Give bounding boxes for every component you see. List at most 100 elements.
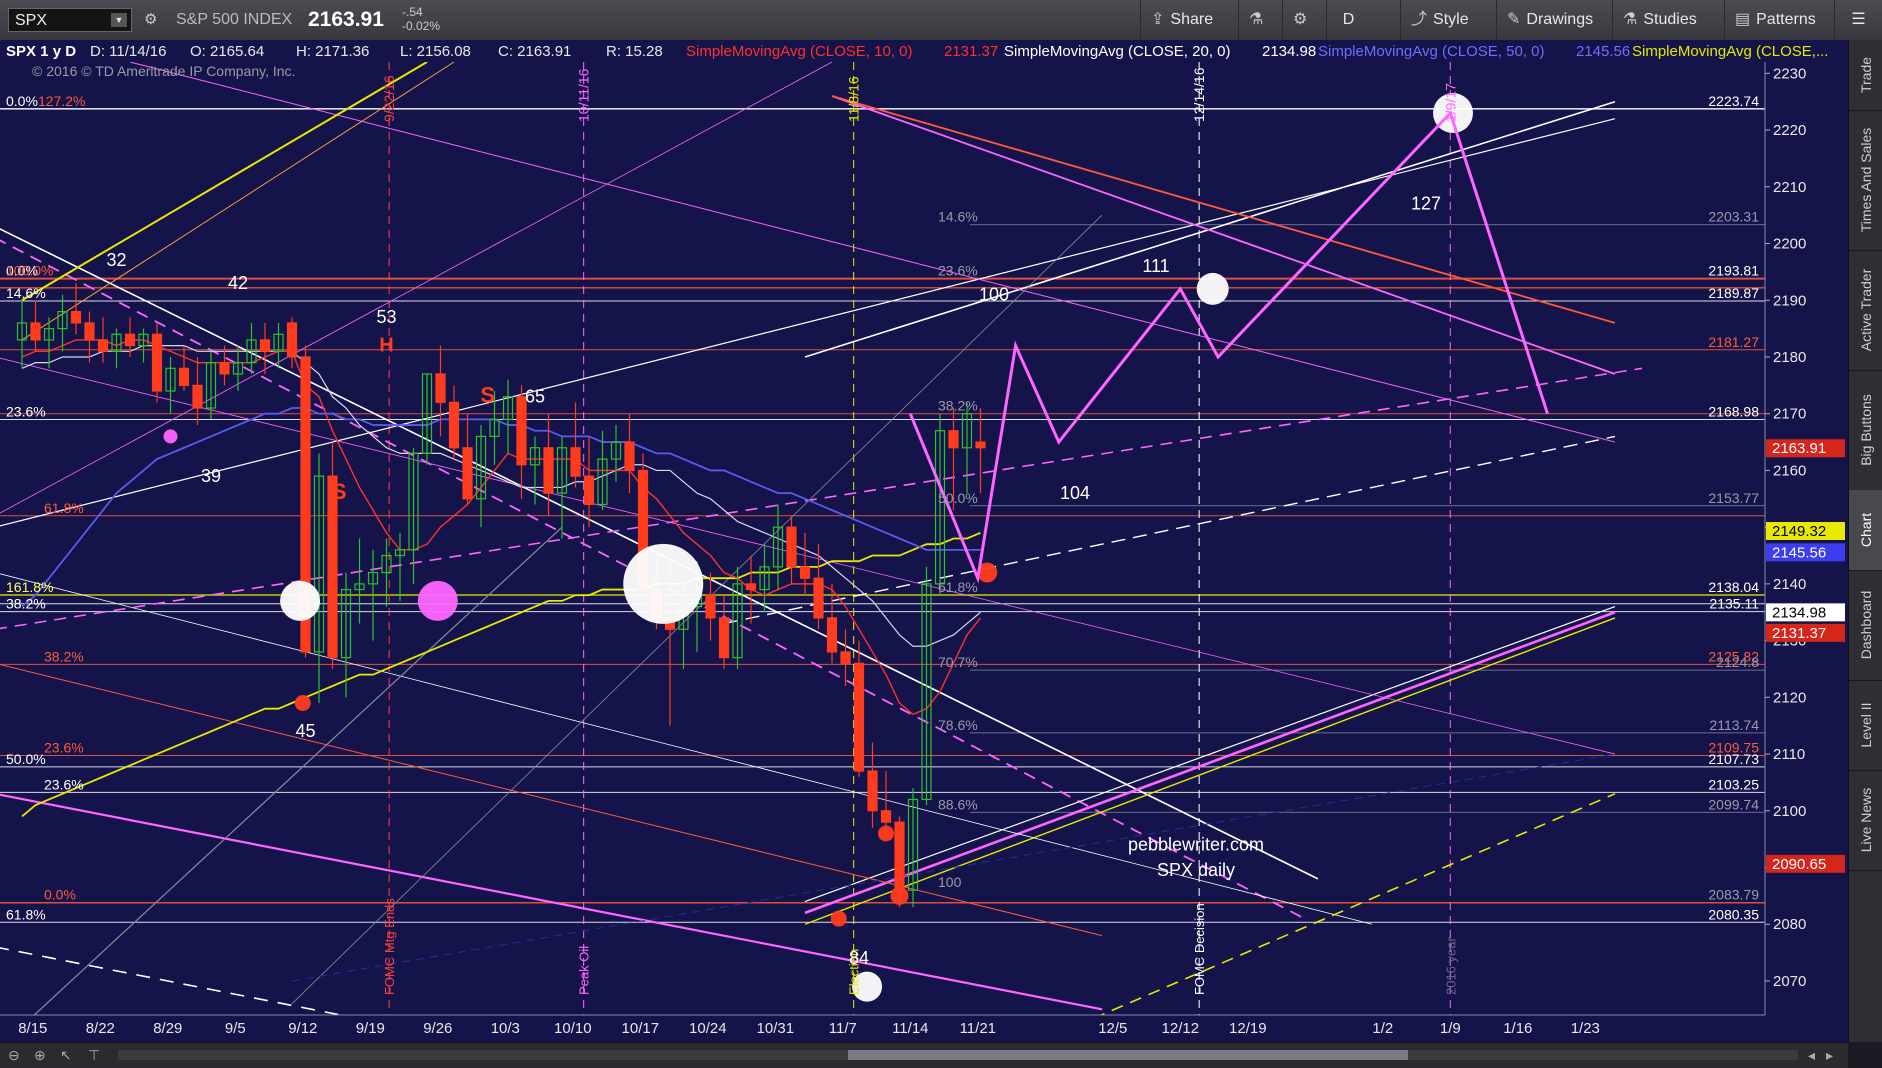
- study-title: SPX 1 y D: [6, 43, 76, 60]
- zoom-out-icon[interactable]: ⊖: [8, 1047, 20, 1064]
- trendline: [0, 357, 1616, 755]
- candle-body: [745, 583, 757, 591]
- fit-icon[interactable]: ⊤: [88, 1047, 100, 1064]
- x-tick-label: 10/31: [757, 1020, 795, 1037]
- price-tag-label: 2163.91: [1772, 440, 1826, 457]
- menu-button[interactable]: ☰: [1834, 0, 1882, 40]
- chart-scrollbar[interactable]: ⊖ ⊕ ↖ ⊤ ◂ ▸: [0, 1042, 1848, 1068]
- x-tick-label: 1/9: [1440, 1020, 1461, 1037]
- sma20-label: SimpleMovingAvg (CLOSE, 20, 0): [1004, 43, 1231, 60]
- sidebar-tab-times-and-sales[interactable]: Times And Sales: [1849, 110, 1882, 251]
- pattern-label: S: [332, 479, 347, 504]
- header-bg: [0, 40, 1848, 62]
- studies-button[interactable]: ⚗ Studies: [1612, 0, 1724, 40]
- drawings-button[interactable]: ✎ Drawings: [1496, 0, 1612, 40]
- sidebar-tab-level-ii[interactable]: Level II: [1849, 680, 1882, 771]
- level-value-label: 2181.27: [1708, 334, 1759, 350]
- price-change: -.54 -0.02%: [402, 5, 440, 33]
- symbol-dropdown-icon[interactable]: ▼: [111, 13, 127, 27]
- level-value-label: 2193.81: [1708, 263, 1759, 279]
- marker-dot: [294, 695, 311, 712]
- level-value-label: 2223.74: [1708, 93, 1759, 109]
- zoom-in-icon[interactable]: ⊕: [34, 1047, 46, 1064]
- level-value-label: 2168.98: [1708, 403, 1759, 419]
- sidebar-tab-big-buttons[interactable]: Big Buttons: [1849, 370, 1882, 491]
- sidebar-tab-chart[interactable]: Chart: [1849, 490, 1882, 571]
- sidebar-label: Dashboard: [1858, 590, 1874, 660]
- grid-layer: [0, 62, 1765, 1015]
- symbol-input[interactable]: SPX ▼: [8, 8, 132, 32]
- scroll-thumb[interactable]: [848, 1050, 1408, 1060]
- cursor-icon[interactable]: ↖: [60, 1047, 72, 1064]
- sidebar-label: Times And Sales: [1858, 127, 1874, 233]
- sidebar-tab-active-trader[interactable]: Active Trader: [1849, 250, 1882, 371]
- candle-body: [583, 475, 595, 506]
- level-value-label: 2153.77: [1708, 490, 1759, 506]
- x-tick-label: 1/23: [1571, 1020, 1600, 1037]
- gear-button[interactable]: ⚙: [1282, 0, 1326, 40]
- fib-label: 38.2%: [44, 648, 84, 664]
- sma50-value: 2145.56: [1576, 43, 1630, 60]
- x-tick-label: 1/16: [1503, 1020, 1532, 1037]
- y-tick-label: 2140: [1773, 576, 1806, 593]
- candle-body: [948, 430, 959, 449]
- x-tick-label: 8/22: [86, 1020, 115, 1037]
- settings-gear-icon[interactable]: ⚙: [144, 10, 157, 28]
- y-tick-label: 2120: [1773, 689, 1806, 706]
- fib-label: 0.0%: [44, 887, 76, 903]
- marker-dot: [878, 825, 894, 842]
- marker-dot: [623, 543, 704, 624]
- candle-body: [624, 441, 635, 472]
- sma10-value: 2131.37: [944, 43, 998, 60]
- price-tag-label: 2145.56: [1772, 544, 1826, 561]
- x-tick-label: 9/5: [225, 1020, 246, 1037]
- trendline: [1074, 793, 1616, 1028]
- level-value-label: 2189.87: [1708, 285, 1759, 301]
- x-tick-label: 9/26: [423, 1020, 452, 1037]
- candle-body: [286, 322, 298, 358]
- x-tick-label: 10/17: [622, 1020, 660, 1037]
- timeframe-button[interactable]: D: [1326, 0, 1370, 40]
- x-tick-label: 10/3: [491, 1020, 520, 1037]
- level-value-label: 2135.11: [1709, 596, 1759, 612]
- y-tick-label: 2230: [1773, 65, 1806, 82]
- price-chart[interactable]: 9/22/16 FOMC Mtg Ends 10/11/16 Peak Oil 11/8…: [0, 40, 1848, 1042]
- style-label: Style: [1433, 11, 1469, 28]
- scroll-track[interactable]: [118, 1050, 1798, 1060]
- flask-button[interactable]: ⚗: [1238, 0, 1282, 40]
- sidebar-tab-dashboard[interactable]: Dashboard: [1849, 570, 1882, 681]
- candle-body: [84, 322, 95, 341]
- candle-body: [853, 662, 865, 772]
- fib-label: 23.6%: [44, 776, 84, 792]
- sma10-line: [21, 339, 982, 716]
- trendline: [0, 664, 1103, 937]
- candle-body: [178, 367, 190, 386]
- candle-body: [786, 526, 797, 568]
- y-tick-label: 2210: [1773, 179, 1806, 196]
- patterns-button[interactable]: ▤ Patterns: [1724, 0, 1834, 40]
- marker-dot: [1196, 272, 1229, 305]
- header-layer: SPX 1 y D D: 11/14/16 O: 2165.64 H: 2171…: [0, 40, 1848, 79]
- gear-icon: ⚙: [1293, 11, 1308, 28]
- candle-body: [259, 339, 271, 352]
- symbol-text: SPX: [15, 12, 48, 29]
- level-value-label: 2103.25: [1708, 776, 1759, 792]
- y-tick-label: 2180: [1773, 349, 1806, 366]
- style-button[interactable]: ⤴ Style: [1400, 0, 1496, 40]
- sidebar-tab-live-news[interactable]: Live News: [1849, 770, 1882, 871]
- x-axis-layer: 8/15 8/22 8/29 9/5 9/12 9/19 9/26 10/3 10/10 10/1…: [0, 1014, 1848, 1042]
- level-value-label: 2124.8: [1716, 654, 1759, 670]
- scroll-right-icon[interactable]: ▸: [1826, 1047, 1833, 1064]
- chart-area[interactable]: 9/22/16 FOMC Mtg Ends 10/11/16 Peak Oil 11/8…: [0, 40, 1848, 1042]
- scroll-left-icon[interactable]: ◂: [1808, 1047, 1815, 1064]
- level-value-label: 2083.79: [1708, 887, 1759, 903]
- sidebar-tab-trade[interactable]: Trade: [1849, 40, 1882, 111]
- sma20-value: 2134.98: [1262, 43, 1316, 60]
- pct-change: -0.02%: [402, 19, 441, 33]
- x-tick-label: 12/12: [1162, 1020, 1200, 1037]
- trendline: [129, 61, 1616, 443]
- share-button[interactable]: ⇪ Share: [1140, 0, 1238, 40]
- fib-label: 61.8%: [6, 906, 46, 922]
- candle-body: [880, 810, 892, 823]
- annotations-layer: 9/22/16 FOMC Mtg Ends 10/11/16 Peak Oil 11/8…: [6, 67, 1458, 995]
